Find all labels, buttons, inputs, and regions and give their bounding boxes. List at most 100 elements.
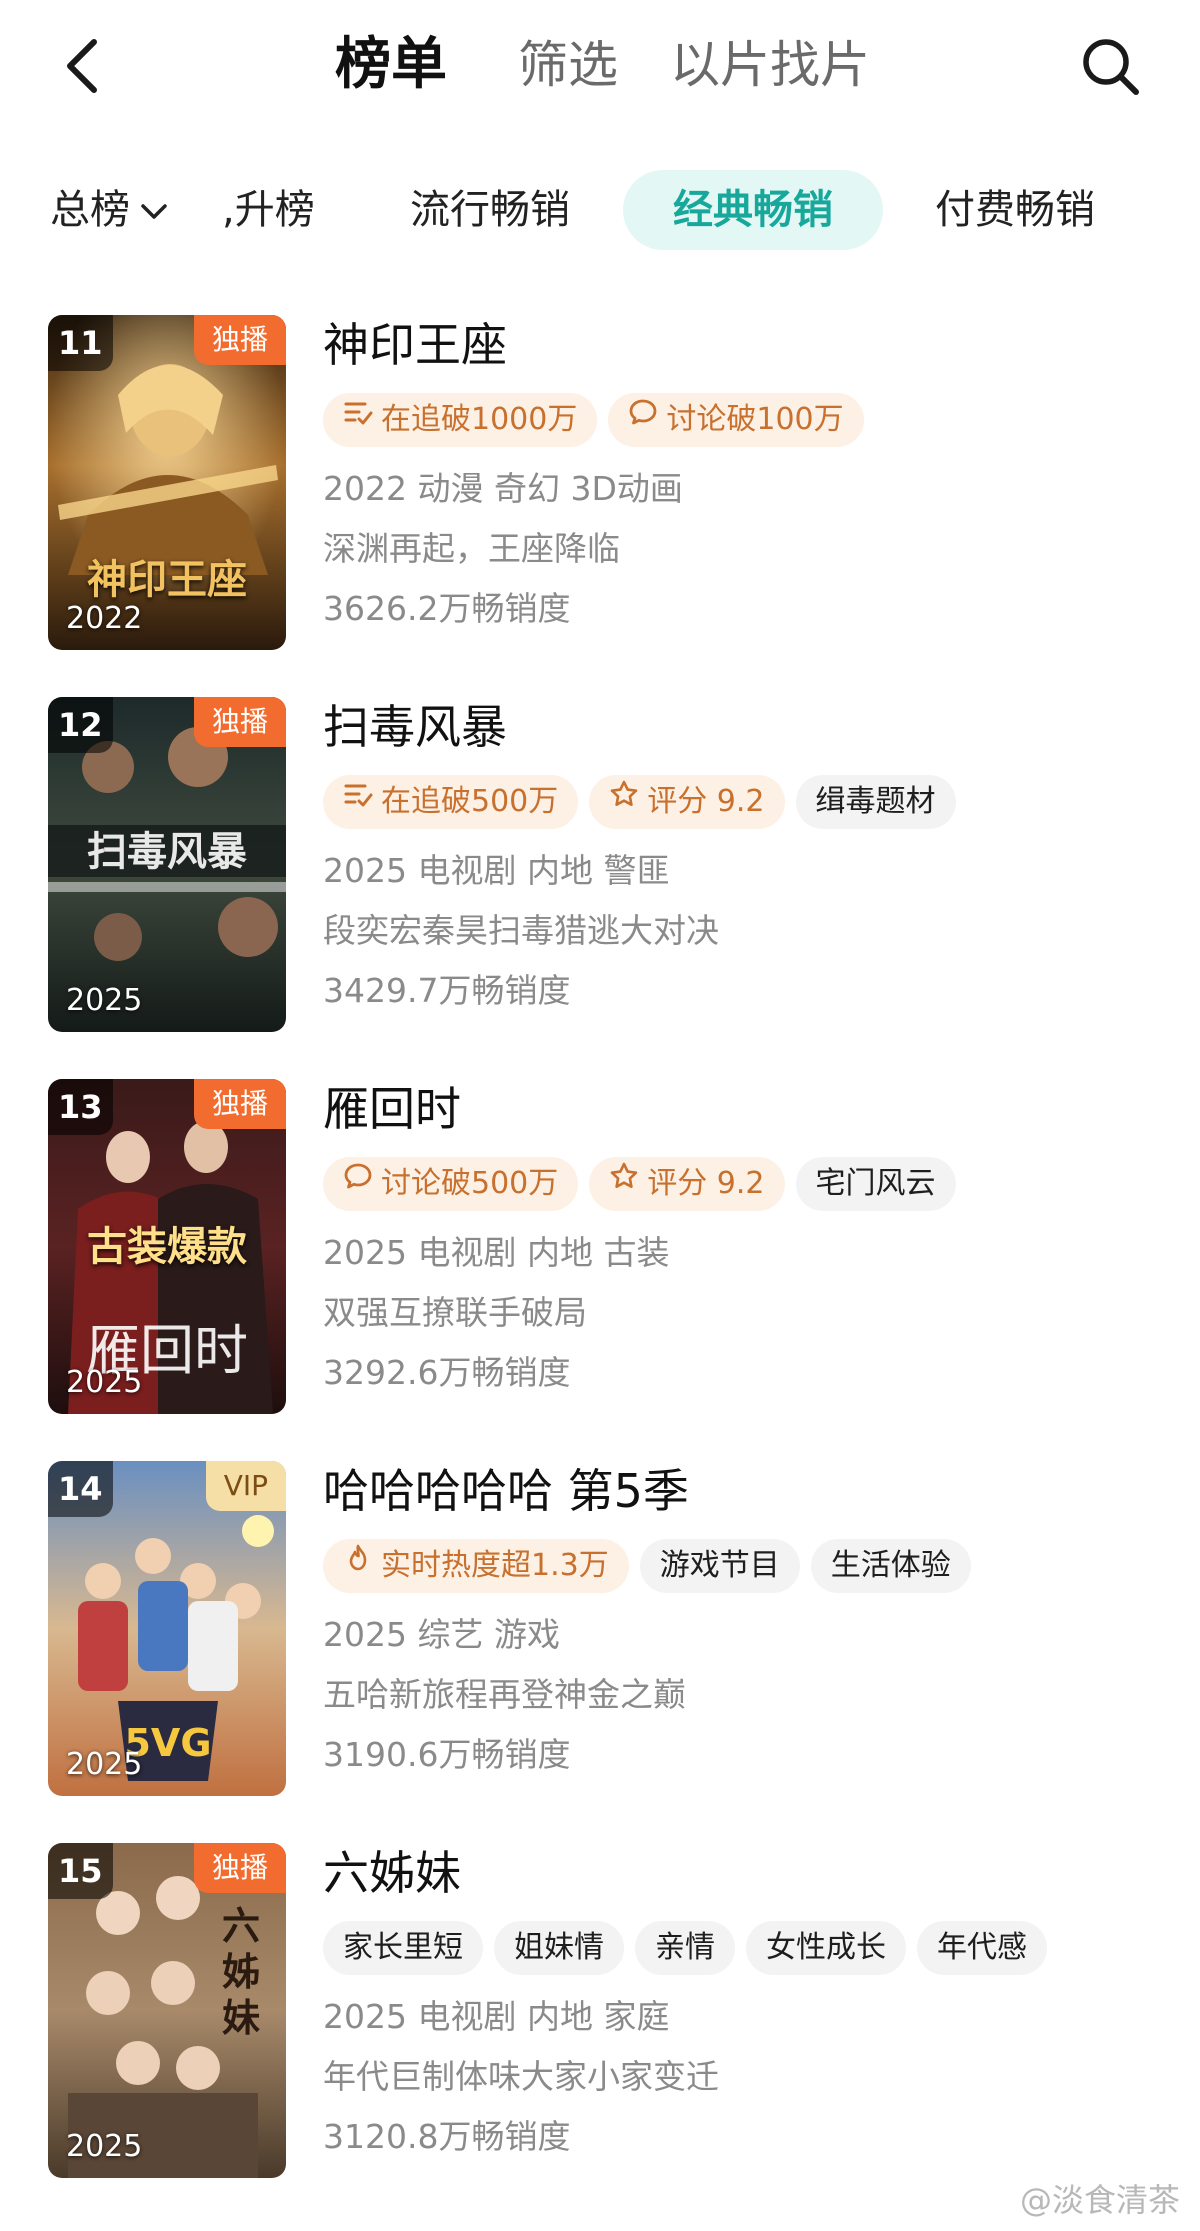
subtab-paid-bestseller[interactable]: 付费畅销: [935, 170, 1095, 250]
poster-image[interactable]: 雁回时 古装爆款 13 独播 2025: [48, 1079, 286, 1414]
tag-row: 在追破500万 评分 9.2 缉毒题材: [323, 775, 1183, 829]
item-description: 深渊再起，王座降临: [323, 529, 620, 568]
poster-image[interactable]: 六姊妹 15 独播 2025: [48, 1843, 286, 2178]
tag-following[interactable]: 在追破1000万: [323, 391, 598, 447]
item-sales: 3120.8万畅销度: [323, 2117, 571, 2156]
exclusive-badge: 独播: [193, 315, 286, 365]
tag-label: 讨论破500万: [381, 1166, 559, 1201]
item-meta: 2025 电视剧 内地 警匪: [323, 851, 670, 890]
tag-discussion[interactable]: 讨论破500万: [323, 1155, 579, 1211]
poster-year: 2025: [66, 1747, 143, 1782]
subtab-label: 总榜: [50, 187, 130, 233]
tag-label: 评分 9.2: [647, 784, 765, 819]
ranking-subtabs: 总榜 ,升榜 流行畅销 经典畅销 付费畅销: [0, 165, 1200, 255]
item-sales: 3292.6万畅销度: [323, 1353, 571, 1392]
flame-icon: [343, 1537, 373, 1591]
search-icon[interactable]: [1080, 36, 1142, 98]
item-sales: 3190.6万畅销度: [323, 1735, 571, 1774]
item-meta: 2022 动漫 奇幻 3D动画: [323, 469, 683, 508]
star-icon: [609, 773, 639, 827]
tag-heat[interactable]: 实时热度超1.3万: [323, 1539, 629, 1593]
back-icon[interactable]: [58, 38, 108, 94]
poster-year: 2025: [66, 1365, 143, 1400]
top-bar: 榜单 筛选 以片找片: [0, 0, 1200, 140]
item-description: 年代巨制体味大家小家变迁: [323, 2057, 719, 2096]
poster-year: 2025: [66, 2129, 143, 2164]
tag-genre[interactable]: 亲情: [635, 1921, 735, 1975]
star-icon: [609, 1155, 639, 1209]
poster-image[interactable]: 神印王座 11 独播 2022: [48, 315, 286, 650]
item-title[interactable]: 雁回时: [323, 1079, 1183, 1139]
subtab-rising[interactable]: ,升榜: [222, 170, 315, 250]
tag-discussion[interactable]: 讨论破100万: [608, 391, 864, 447]
tag-label: 在追破500万: [381, 784, 559, 819]
tag-row: 实时热度超1.3万 游戏节目 生活体验: [323, 1539, 1183, 1593]
rank-number: 15: [48, 1843, 113, 1899]
tag-label: 评分 9.2: [647, 1166, 765, 1201]
poster-year: 2025: [66, 983, 143, 1018]
tab-ranking[interactable]: 榜单: [335, 30, 447, 100]
watermark: @淡食清茶: [1019, 2181, 1180, 2219]
comment-icon: [343, 1155, 373, 1209]
svg-text:扫毒风暴: 扫毒风暴: [87, 829, 247, 875]
ranking-list: 神印王座 11 独播 2022 神印王座 在追破1000万 讨论破100万 202…: [0, 315, 1200, 2225]
tag-genre[interactable]: 年代感: [917, 1921, 1047, 1975]
item-title[interactable]: 扫毒风暴: [323, 697, 1183, 757]
item-description: 双强互撩联手破局: [323, 1293, 587, 1332]
tag-following[interactable]: 在追破500万: [323, 773, 579, 829]
tag-genre[interactable]: 女性成长: [746, 1921, 906, 1975]
list-item[interactable]: 5VG 14 VIP 2025 哈哈哈哈哈 第5季 实时热度超1.3万 游戏节目生…: [0, 1461, 1200, 1843]
rank-number: 13: [48, 1079, 113, 1135]
list-icon: [343, 391, 373, 445]
chevron-down-icon: [140, 168, 168, 248]
tag-rating[interactable]: 评分 9.2: [589, 773, 785, 829]
vip-badge: VIP: [205, 1461, 286, 1511]
tag-row: 在追破1000万 讨论破100万: [323, 393, 1183, 447]
tag-genre[interactable]: 姐妹情: [494, 1921, 624, 1975]
subtab-classic-bestseller[interactable]: 经典畅销: [623, 170, 883, 250]
item-title[interactable]: 哈哈哈哈哈 第5季: [323, 1461, 1183, 1521]
poster-image[interactable]: 扫毒风暴 12 独播 2025: [48, 697, 286, 1032]
rank-number: 12: [48, 697, 113, 753]
list-icon: [343, 773, 373, 827]
item-meta: 2025 电视剧 内地 古装: [323, 1233, 670, 1272]
tag-genre[interactable]: 生活体验: [810, 1539, 971, 1593]
rank-number: 14: [48, 1461, 113, 1517]
subtab-overall[interactable]: 总榜: [50, 170, 168, 250]
list-item[interactable]: 扫毒风暴 12 独播 2025 扫毒风暴 在追破500万 评分 9.2 缉毒题材 2…: [0, 697, 1200, 1079]
item-meta: 2025 电视剧 内地 家庭: [323, 1997, 670, 2036]
item-sales: 3626.2万畅销度: [323, 589, 571, 628]
item-title[interactable]: 六姊妹: [323, 1843, 1183, 1903]
subtab-popular-bestseller[interactable]: 流行畅销: [410, 170, 570, 250]
item-description: 五哈新旅程再登神金之巅: [323, 1675, 686, 1714]
tag-label: 在追破1000万: [381, 402, 578, 437]
poster-caption: 古装爆款: [87, 1223, 247, 1270]
poster-caption: 六姊妹: [221, 1903, 260, 2040]
tag-genre[interactable]: 宅门风云: [795, 1157, 956, 1211]
tag-row: 讨论破500万 评分 9.2 宅门风云: [323, 1157, 1183, 1211]
item-sales: 3429.7万畅销度: [323, 971, 571, 1010]
tag-label: 讨论破100万: [666, 402, 844, 437]
tag-rating[interactable]: 评分 9.2: [589, 1155, 785, 1211]
list-item[interactable]: 六姊妹 15 独播 2025 六姊妹 家长里短 姐妹情 亲情 女性成长 年代感 2025…: [0, 1843, 1200, 2225]
list-item[interactable]: 雁回时 古装爆款 13 独播 2025 雁回时 讨论破500万 评分 9.2 宅门风…: [0, 1079, 1200, 1461]
poster-image[interactable]: 5VG 14 VIP 2025: [48, 1461, 286, 1796]
tab-filter[interactable]: 筛选: [518, 30, 618, 100]
item-title[interactable]: 神印王座: [323, 315, 1183, 375]
tag-row: 家长里短 姐妹情 亲情 女性成长 年代感: [323, 1921, 1183, 1975]
item-description: 段奕宏秦昊扫毒猎逃大对决: [323, 911, 719, 950]
exclusive-badge: 独播: [193, 1843, 286, 1893]
exclusive-badge: 独播: [193, 697, 286, 747]
poster-year: 2022: [66, 601, 143, 636]
tag-genre[interactable]: 游戏节目: [639, 1539, 800, 1593]
comment-icon: [628, 391, 658, 445]
list-item[interactable]: 神印王座 11 独播 2022 神印王座 在追破1000万 讨论破100万 202…: [0, 315, 1200, 697]
rank-number: 11: [48, 315, 113, 371]
tag-genre[interactable]: 缉毒题材: [795, 775, 956, 829]
poster-caption: 神印王座: [87, 556, 247, 603]
exclusive-badge: 独播: [193, 1079, 286, 1129]
tab-find-by-film[interactable]: 以片找片: [670, 30, 870, 100]
item-meta: 2025 综艺 游戏: [323, 1615, 560, 1654]
tag-label: 实时热度超1.3万: [381, 1548, 609, 1583]
tag-genre[interactable]: 家长里短: [323, 1921, 483, 1975]
